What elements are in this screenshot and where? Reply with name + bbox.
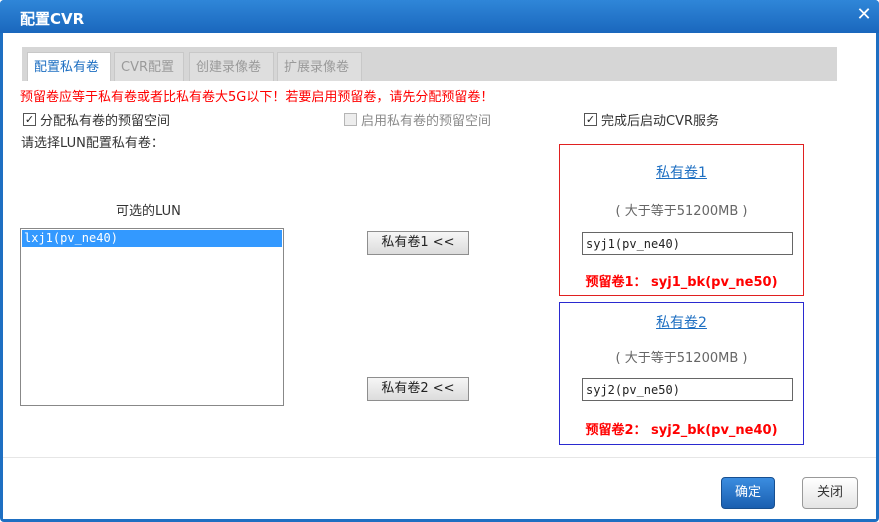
private-volume-2-panel: 私有卷2 ( 大于等于51200MB ) 预留卷2： syj2_bk(pv_ne…: [559, 302, 804, 445]
checkbox-label: 完成后启动CVR服务: [601, 113, 720, 129]
size-hint: ( 大于等于51200MB ): [615, 351, 748, 366]
reserve-volume-1-label: 预留卷1： syj1_bk(pv_ne50): [585, 275, 778, 290]
assign-private-volume-2-button[interactable]: 私有卷2 <<: [367, 377, 469, 401]
checkbox-start-cvr-service[interactable]: ✓ 完成后启动CVR服务: [584, 110, 720, 129]
checkbox-label: 启用私有卷的预留空间: [361, 113, 492, 129]
select-lun-prompt: 请选择LUN配置私有卷：: [21, 136, 164, 151]
dialog-titlebar: 配置CVR ✕: [0, 0, 879, 33]
checkbox-unchecked-icon: [344, 112, 357, 126]
tab-config-private-volume[interactable]: 配置私有卷: [27, 52, 111, 81]
tab-create-record-volume[interactable]: 创建录像卷: [189, 52, 274, 81]
private-volume-2-link[interactable]: 私有卷2: [560, 312, 803, 332]
private-volume-1-link[interactable]: 私有卷1: [560, 162, 803, 182]
reserve-volume-2-label: 预留卷2： syj2_bk(pv_ne40): [585, 423, 778, 438]
ok-button[interactable]: 确定: [721, 477, 775, 509]
private-volume-1-panel: 私有卷1 ( 大于等于51200MB ) 预留卷1： syj1_bk(pv_ne…: [559, 144, 804, 296]
checkbox-enable-reserve: 启用私有卷的预留空间: [344, 110, 492, 129]
dialog-content: 配置私有卷 CVR配置 创建录像卷 扩展录像卷 预留卷应等于私有卷或者比私有卷大…: [3, 33, 876, 519]
close-icon[interactable]: ✕: [855, 5, 873, 25]
checkbox-label: 分配私有卷的预留空间: [40, 113, 171, 129]
checkbox-checked-icon[interactable]: ✓: [584, 112, 597, 126]
list-item[interactable]: lxj1(pv_ne40): [22, 230, 282, 247]
config-cvr-dialog: 配置CVR ✕ 配置私有卷 CVR配置 创建录像卷 扩展录像卷 预留卷应等于私有…: [0, 0, 879, 522]
checkbox-checked-icon[interactable]: ✓: [23, 112, 36, 126]
checkbox-allocate-reserve[interactable]: ✓ 分配私有卷的预留空间: [23, 110, 171, 129]
private-volume-2-field[interactable]: [582, 378, 793, 401]
tab-cvr-config[interactable]: CVR配置: [114, 52, 184, 81]
tab-bar: 配置私有卷 CVR配置 创建录像卷 扩展录像卷: [22, 47, 837, 81]
tab-extend-record-volume[interactable]: 扩展录像卷: [277, 52, 362, 81]
warning-message: 预留卷应等于私有卷或者比私有卷大5G以下！若要启用预留卷，请先分配预留卷！: [20, 90, 494, 105]
available-lun-list[interactable]: lxj1(pv_ne40): [20, 228, 284, 406]
available-lun-title: 可选的LUN: [116, 204, 181, 219]
assign-private-volume-1-button[interactable]: 私有卷1 <<: [367, 231, 469, 255]
dialog-title: 配置CVR: [20, 10, 85, 28]
size-hint: ( 大于等于51200MB ): [615, 204, 748, 219]
footer-divider: [3, 457, 876, 458]
private-volume-1-field[interactable]: [582, 232, 793, 255]
close-button[interactable]: 关闭: [802, 477, 858, 509]
